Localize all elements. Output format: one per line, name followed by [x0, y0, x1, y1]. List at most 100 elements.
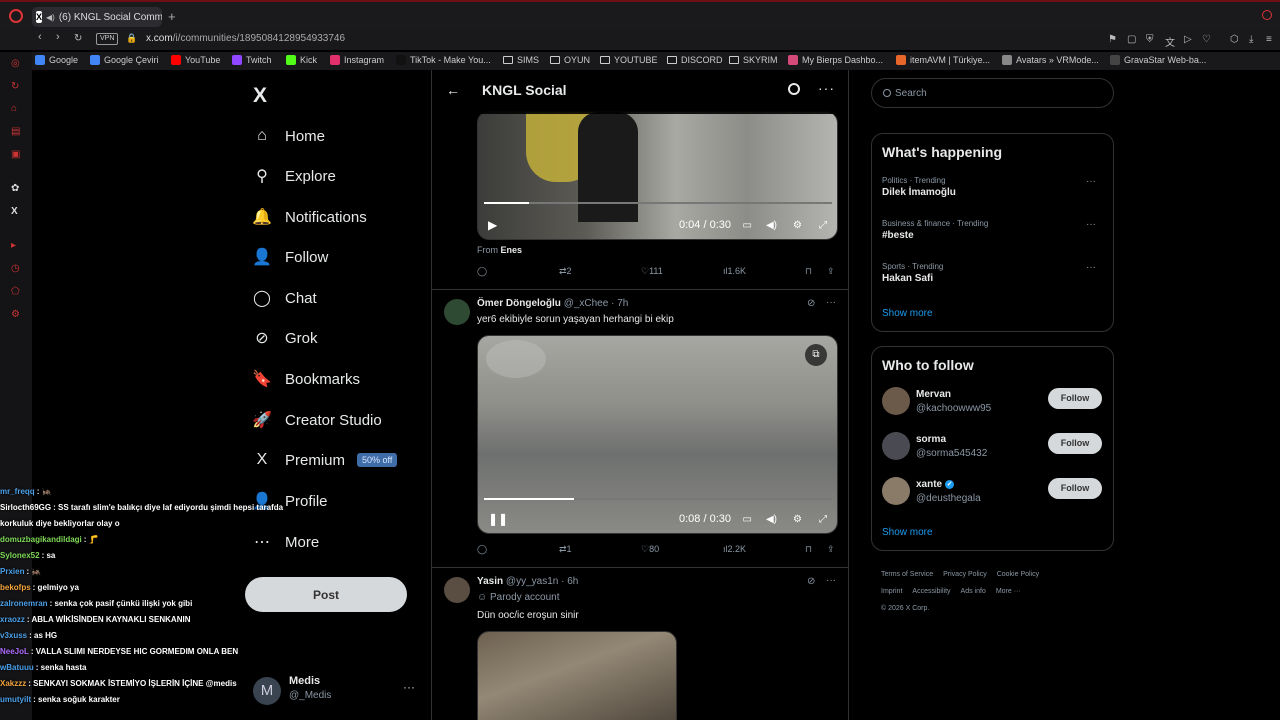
back-arrow-icon[interactable]: ← — [446, 82, 460, 98]
opera-logo-icon[interactable] — [9, 9, 23, 23]
grok-icon[interactable]: ⊘ — [807, 576, 815, 587]
volume-icon[interactable]: ◀) — [766, 514, 777, 525]
bookmark-icon[interactable]: ⊓ — [805, 544, 812, 555]
video-progress[interactable] — [484, 202, 832, 204]
video-player[interactable]: ⧉ ❚❚ 0:08 / 0:30 ▭ ◀) ⚙ ⤢ — [477, 335, 838, 534]
bag-icon[interactable]: ⌂ — [11, 103, 17, 114]
nav-grok[interactable]: ⊘ Grok — [253, 326, 317, 350]
new-tab-icon[interactable]: + — [168, 9, 176, 24]
bookmark-item[interactable]: YouTube — [171, 55, 220, 65]
follow-button[interactable]: Follow — [1048, 388, 1102, 409]
refresh-icon[interactable]: ↻ — [11, 81, 19, 92]
follow-button[interactable]: Follow — [1048, 478, 1102, 499]
bookmark-item[interactable]: Avatars » VRMode... — [1002, 55, 1099, 65]
show-more-link[interactable]: Show more — [882, 308, 933, 319]
vpn-badge[interactable]: VPN — [96, 33, 119, 45]
account-more-icon[interactable]: ··· — [403, 680, 415, 694]
like-button[interactable]: ♡ 80 — [641, 544, 659, 555]
nav-bookmarks[interactable]: 🔖 Bookmarks — [252, 367, 360, 391]
chat-username[interactable]: xraozz — [0, 615, 25, 624]
bookmark-item[interactable]: Kick — [286, 55, 317, 65]
more-icon[interactable]: ··· — [818, 80, 835, 96]
chat-username[interactable]: bekofps — [0, 583, 31, 592]
translate-icon[interactable]: 文 — [1165, 34, 1175, 49]
captions-icon[interactable]: ▭ — [743, 514, 752, 525]
avatar[interactable] — [882, 387, 910, 415]
views-button[interactable]: ıl 2.2K — [723, 544, 746, 554]
avatar[interactable] — [444, 577, 470, 603]
play-icon[interactable]: ▷ — [1184, 34, 1192, 45]
x-sidebar-icon[interactable]: X — [11, 206, 18, 217]
grok-icon[interactable]: ⊘ — [807, 298, 815, 309]
back-arrow-icon[interactable]: ‹ — [38, 31, 42, 43]
bookmark-item[interactable]: YOUTUBE — [600, 55, 658, 65]
follow-button[interactable]: Follow — [1048, 433, 1102, 454]
play-icon[interactable]: ▶ — [488, 218, 497, 232]
tweet-author[interactable]: Yasin @yy_yas1n · 6h — [477, 576, 578, 587]
bookmark-item[interactable]: My Bierps Dashbo... — [788, 55, 883, 65]
bookmark-icon[interactable]: ⊓ — [805, 266, 812, 277]
reply-icon[interactable]: ◯ — [477, 544, 487, 555]
footer-link[interactable]: Privacy Policy — [943, 571, 987, 578]
trend-more-icon[interactable]: ··· — [1086, 219, 1096, 230]
video-progress[interactable] — [484, 498, 832, 500]
trend-item[interactable]: Business & finance · Trending #beste ··· — [882, 219, 1104, 241]
avatar[interactable] — [882, 432, 910, 460]
x-logo-icon[interactable]: X — [253, 84, 267, 108]
footer-link[interactable]: More ··· — [996, 588, 1021, 595]
picture-in-picture-icon[interactable]: ⧉ — [805, 344, 827, 366]
trend-item[interactable]: Politics · Trending Dilek İmamoğlu ··· — [882, 176, 1104, 198]
like-button[interactable]: ♡ 111 — [641, 266, 663, 277]
menu-icon[interactable]: ≡ — [1266, 34, 1272, 45]
volume-icon[interactable]: ◀) — [766, 220, 777, 231]
reply-icon[interactable]: ◯ — [477, 266, 487, 277]
footer-link[interactable]: Accessibility — [912, 588, 950, 595]
tweet-more-icon[interactable]: ··· — [826, 297, 836, 308]
chat-username[interactable]: Sylonex52 — [0, 551, 40, 560]
tweet-media[interactable] — [477, 631, 677, 720]
chat-username[interactable]: Sirlocth69GG — [0, 503, 51, 512]
extensions-icon[interactable]: ⬡ — [1230, 34, 1239, 45]
search-input[interactable]: Search — [871, 78, 1114, 108]
wallet-icon[interactable]: ⬠ — [11, 286, 20, 297]
history-icon[interactable]: ◷ — [11, 263, 20, 274]
bookmark-item[interactable]: GravaStar Web-ba... — [1110, 55, 1206, 65]
video-player[interactable]: ▶ 0:04 / 0:30 ▭ ◀) ⚙ ⤢ — [477, 111, 838, 240]
bookmark-item[interactable]: Google — [35, 55, 78, 65]
from-name[interactable]: Enes — [501, 245, 523, 255]
nav-chat[interactable]: ◯ Chat — [253, 286, 317, 310]
mail-icon[interactable]: ▣ — [11, 149, 20, 160]
chat-username[interactable]: NeeJoL — [0, 647, 29, 656]
nav-notifications[interactable]: 🔔 Notifications — [252, 205, 367, 229]
forward-arrow-icon[interactable]: › — [56, 31, 60, 43]
lock-icon[interactable]: 🔒 — [126, 33, 137, 44]
bookmark-item[interactable]: OYUN — [550, 55, 590, 65]
fullscreen-icon[interactable]: ⤢ — [819, 220, 827, 231]
chat-username[interactable]: v3xuss — [0, 631, 27, 640]
retweet-button[interactable]: ⇄ 2 — [559, 266, 572, 277]
chat-username[interactable]: Xakzzz — [0, 679, 26, 688]
bookmark-item[interactable]: Google Çeviri — [90, 55, 159, 65]
follow-suggestion[interactable]: sorma @sorma545432 Follow — [882, 432, 1104, 464]
player-icon[interactable]: ▸ — [11, 240, 16, 251]
show-more-link[interactable]: Show more — [882, 527, 933, 538]
bookmark-item[interactable]: Twitch — [232, 55, 272, 65]
footer-link[interactable]: Terms of Service — [881, 571, 933, 578]
tweet-author[interactable]: Ömer Döngeloğlu @_xChee · 7h — [477, 298, 628, 309]
nav-home[interactable]: ⌂ Home — [253, 124, 325, 148]
tab-search-icon[interactable] — [1262, 10, 1272, 20]
snapshot-icon[interactable]: ▢ — [1127, 34, 1136, 45]
avatar[interactable] — [444, 299, 470, 325]
footer-link[interactable]: Cookie Policy — [997, 571, 1039, 578]
bookmark-item[interactable]: TikTok - Make You... — [396, 55, 491, 65]
follow-suggestion[interactable]: Mervan @kachoowww95 Follow — [882, 387, 1104, 419]
trend-more-icon[interactable]: ··· — [1086, 176, 1096, 187]
settings-icon[interactable]: ⚙ — [793, 514, 802, 525]
chat-username[interactable]: mr_freqq — [0, 487, 35, 496]
retweet-button[interactable]: ⇄ 1 — [559, 544, 572, 555]
game-icon[interactable]: ▤ — [11, 126, 20, 137]
chat-username[interactable]: Prxien — [0, 567, 24, 576]
bookmark-item[interactable]: Instagram — [330, 55, 384, 65]
nav-follow[interactable]: 👤 Follow — [252, 245, 328, 269]
trend-more-icon[interactable]: ··· — [1086, 262, 1096, 273]
